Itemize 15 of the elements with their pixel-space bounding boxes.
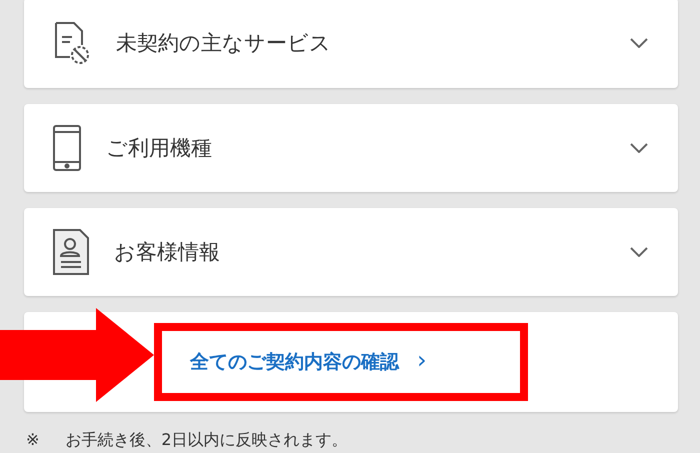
note-mark: ※ (26, 430, 40, 451)
note-text: お手続き後、2日以内に反映されます。 (65, 430, 348, 451)
accordion-header[interactable]: お客様情報 (24, 208, 678, 296)
phone-icon (52, 124, 82, 172)
profile-document-icon (52, 228, 90, 276)
contract-details-link[interactable]: 全てのご契約内容の確認 › (190, 349, 427, 375)
section-label: お客様情報 (114, 239, 221, 266)
document-icon (52, 21, 92, 65)
chevron-down-icon (630, 143, 648, 153)
chevron-down-icon (630, 38, 648, 48)
section-label: ご利用機種 (106, 135, 213, 162)
accordion-header[interactable]: 未契約の主なサービス (24, 0, 678, 88)
accordion-header[interactable]: ご利用機種 (24, 104, 678, 192)
section-label: 未契約の主なサービス (116, 30, 332, 57)
chevron-down-icon (630, 247, 648, 257)
